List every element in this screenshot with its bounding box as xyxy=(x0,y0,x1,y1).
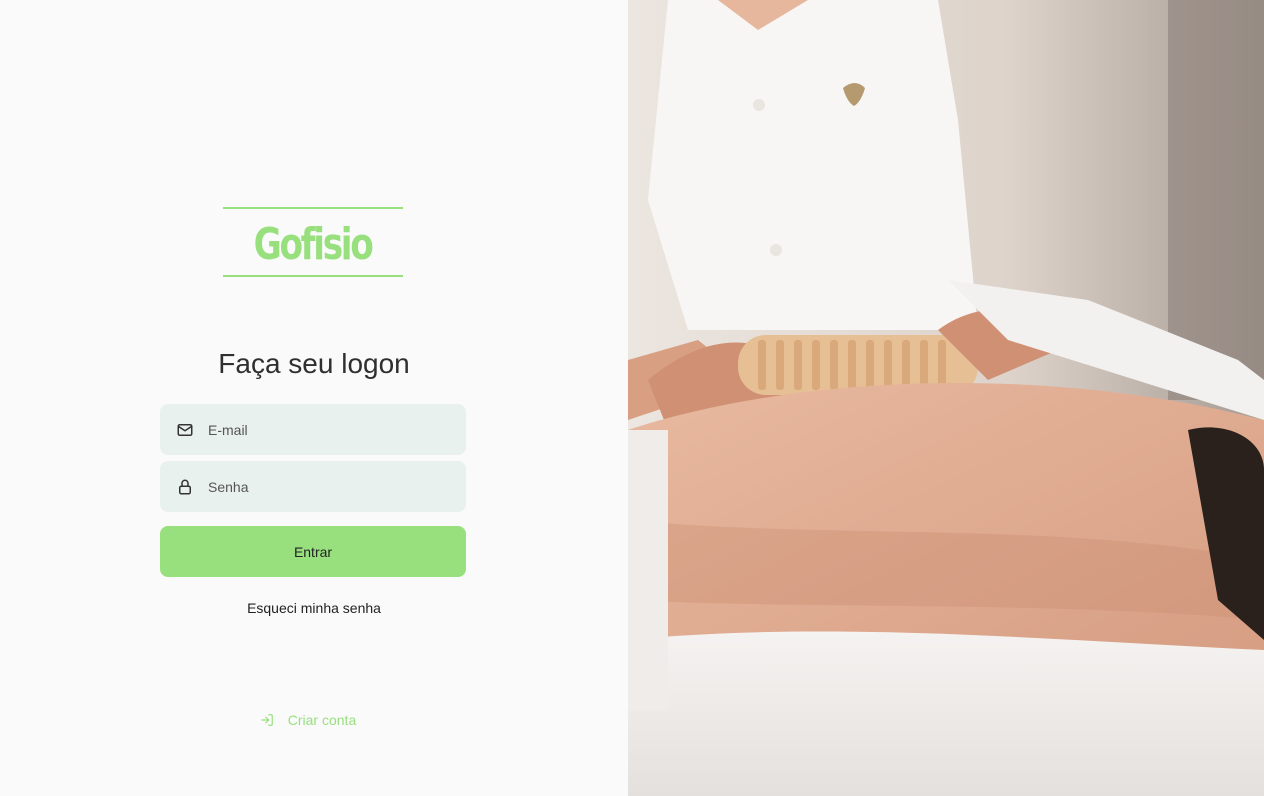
create-account-link[interactable]: Criar conta xyxy=(0,712,628,728)
brand-logo: Gofisio xyxy=(223,207,403,277)
hero-image xyxy=(628,0,1264,796)
password-field-container[interactable] xyxy=(160,461,466,512)
login-panel: Gofisio Faça seu logon Entrar Esqueci mi… xyxy=(0,0,628,796)
submit-button[interactable]: Entrar xyxy=(160,526,466,577)
email-input[interactable] xyxy=(208,421,448,438)
forgot-password-link[interactable]: Esqueci minha senha xyxy=(0,600,628,616)
create-account-label: Criar conta xyxy=(287,712,357,728)
log-in-icon xyxy=(260,713,274,727)
brand-logo-text: Gofisio xyxy=(254,218,374,270)
password-input[interactable] xyxy=(208,478,448,495)
page-title: Faça seu logon xyxy=(218,348,410,379)
email-field-container[interactable] xyxy=(160,404,466,455)
lock-icon xyxy=(176,478,194,496)
mail-icon xyxy=(176,421,194,439)
massage-photo xyxy=(628,0,1264,796)
